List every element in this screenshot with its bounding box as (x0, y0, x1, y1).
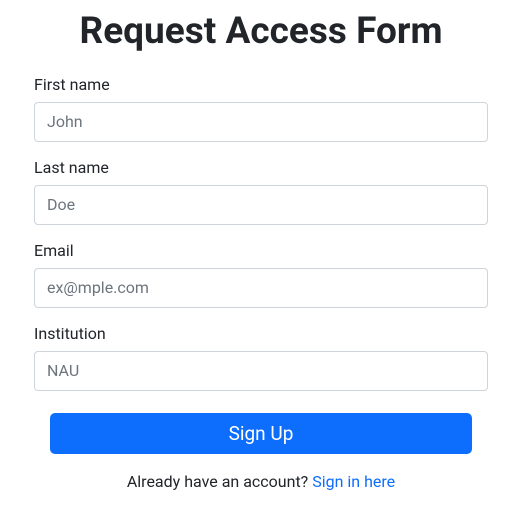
institution-group: Institution (34, 324, 488, 391)
page-title: Request Access Form (34, 0, 488, 75)
institution-input[interactable] (34, 351, 488, 391)
signin-prompt-text: Already have an account? (127, 472, 312, 491)
institution-label: Institution (34, 324, 488, 343)
signin-link[interactable]: Sign in here (312, 472, 395, 491)
first-name-input[interactable] (34, 102, 488, 142)
sign-up-button[interactable]: Sign Up (50, 413, 472, 454)
last-name-label: Last name (34, 158, 488, 177)
email-label: Email (34, 241, 488, 260)
first-name-label: First name (34, 75, 488, 94)
signin-prompt: Already have an account? Sign in here (34, 472, 488, 491)
last-name-group: Last name (34, 158, 488, 225)
email-input[interactable] (34, 268, 488, 308)
last-name-input[interactable] (34, 185, 488, 225)
request-access-form: First name Last name Email Institution S… (34, 75, 488, 454)
first-name-group: First name (34, 75, 488, 142)
email-group: Email (34, 241, 488, 308)
